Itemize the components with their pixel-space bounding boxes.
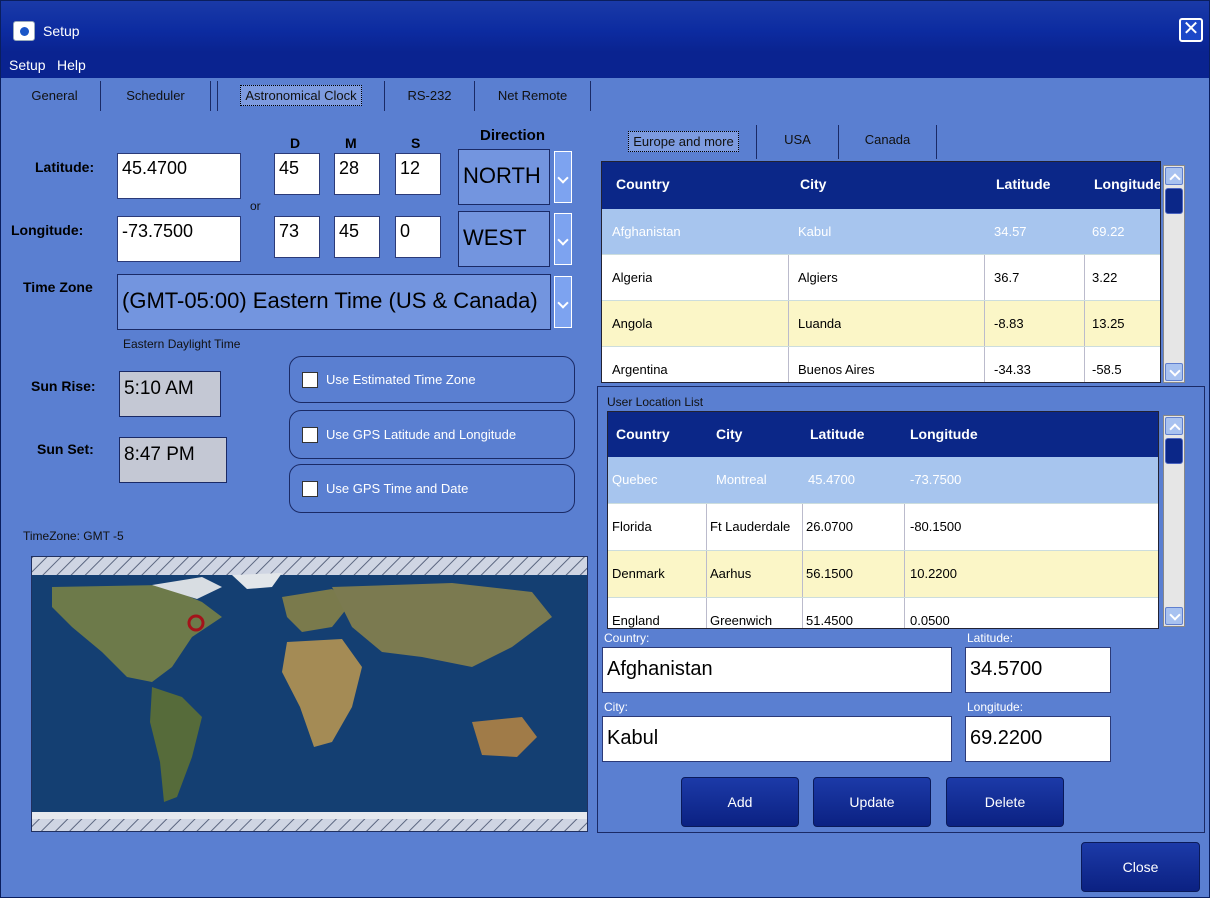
scroll-up-icon[interactable]: [1165, 417, 1183, 435]
table-row[interactable]: Algeria Algiers 36.7 3.22: [602, 255, 1160, 301]
menu-setup[interactable]: Setup: [9, 57, 46, 73]
tab-rs232[interactable]: RS-232: [385, 81, 475, 111]
tab-scheduler[interactable]: Scheduler: [101, 81, 211, 111]
country-field[interactable]: Afghanistan: [602, 647, 952, 693]
city-field[interactable]: Kabul: [602, 716, 952, 762]
checkbox[interactable]: [302, 371, 318, 388]
user-table-header: Country City Latitude Longitude: [608, 412, 1158, 457]
tab-net-remote[interactable]: Net Remote: [475, 81, 591, 111]
table-row[interactable]: Argentina Buenos Aires -34.33 -58.5: [602, 347, 1160, 382]
or-label: or: [250, 199, 261, 213]
longitude-direction-select[interactable]: WEST: [458, 211, 550, 267]
delete-button[interactable]: Delete: [946, 777, 1064, 827]
world-map[interactable]: [31, 556, 588, 832]
city-table-scrollbar[interactable]: [1163, 165, 1185, 383]
city-field-label: City:: [604, 700, 628, 714]
user-table-scrollbar[interactable]: [1163, 415, 1185, 627]
table-row[interactable]: Denmark Aarhus 56.1500 10.2200: [608, 551, 1158, 598]
timezone-select[interactable]: (GMT-05:00) Eastern Time (US & Canada): [117, 274, 551, 330]
update-button[interactable]: Update: [813, 777, 931, 827]
tab-europe-and-more[interactable]: Europe and more: [611, 125, 757, 159]
option-estimated-time-zone[interactable]: Use Estimated Time Zone: [289, 356, 575, 403]
latitude-label: Latitude:: [35, 159, 95, 175]
table-row[interactable]: Afghanistan Kabul 34.57 69.22: [602, 209, 1160, 255]
longitude-field[interactable]: 69.2200: [965, 716, 1111, 762]
table-row[interactable]: Florida Ft Lauderdale 26.0700 -80.1500: [608, 504, 1158, 551]
scroll-down-icon[interactable]: [1165, 607, 1183, 625]
latitude-field-label: Latitude:: [967, 631, 1014, 645]
app-icon: [13, 21, 35, 41]
menu-help[interactable]: Help: [57, 57, 86, 73]
setup-window: Setup ✕ Setup Help General Scheduler Ast…: [0, 0, 1210, 898]
country-field-label: Country:: [604, 631, 650, 645]
chevron-down-icon[interactable]: [554, 276, 572, 328]
longitude-input[interactable]: -73.7500: [117, 216, 241, 262]
table-row[interactable]: Quebec Montreal 45.4700 -73.7500: [608, 457, 1158, 504]
menu-bar: Setup Help: [1, 52, 1209, 78]
scroll-thumb[interactable]: [1165, 438, 1183, 464]
checkbox[interactable]: [302, 480, 318, 497]
longitude-minutes-input[interactable]: 45: [334, 216, 380, 258]
tab-usa[interactable]: USA: [757, 125, 839, 159]
header-seconds: S: [411, 135, 421, 151]
option-gps-time-date[interactable]: Use GPS Time and Date: [289, 464, 575, 513]
longitude-field-label: Longitude:: [967, 700, 1024, 714]
option-gps-lat-lon[interactable]: Use GPS Latitude and Longitude: [289, 410, 575, 459]
scroll-thumb[interactable]: [1165, 188, 1183, 214]
tab-canada[interactable]: Canada: [839, 125, 937, 159]
user-location-list-title: User Location List: [607, 395, 704, 409]
scroll-down-icon[interactable]: [1165, 363, 1183, 381]
table-row[interactable]: England Greenwich 51.4500 0.0500: [608, 598, 1158, 628]
longitude-degrees-input[interactable]: 73: [274, 216, 320, 258]
window-title: Setup: [43, 23, 80, 39]
timezone-label: Time Zone: [23, 279, 93, 295]
world-map-graphic: [32, 557, 587, 831]
table-row[interactable]: Angola Luanda -8.83 13.25: [602, 301, 1160, 347]
sunrise-label: Sun Rise:: [31, 378, 96, 394]
latitude-degrees-input[interactable]: 45: [274, 153, 320, 195]
longitude-label: Longitude:: [11, 222, 84, 238]
tab-astronomical-clock[interactable]: Astronomical Clock: [217, 81, 385, 111]
chevron-down-icon[interactable]: [554, 151, 572, 203]
checkbox[interactable]: [302, 426, 318, 443]
latitude-input[interactable]: 45.4700: [117, 153, 241, 199]
header-degrees: D: [290, 135, 301, 151]
daylight-time-label: Eastern Daylight Time: [123, 337, 241, 351]
city-table: Country City Latitude Longitude Afghanis…: [601, 161, 1161, 383]
latitude-seconds-input[interactable]: 12: [395, 153, 441, 195]
latitude-direction-select[interactable]: NORTH: [458, 149, 550, 205]
header-direction: Direction: [480, 127, 546, 144]
sunset-label: Sun Set:: [37, 441, 94, 457]
city-table-header: Country City Latitude Longitude: [602, 162, 1160, 209]
header-minutes: M: [345, 135, 357, 151]
title-bar: Setup ✕: [1, 1, 1209, 52]
user-location-table: Country City Latitude Longitude Quebec Mo…: [607, 411, 1159, 629]
longitude-seconds-input[interactable]: 0: [395, 216, 441, 258]
window-close-button[interactable]: ✕: [1179, 18, 1203, 42]
close-button[interactable]: Close: [1081, 842, 1200, 892]
map-timezone-label: TimeZone: GMT -5: [23, 529, 124, 543]
sunrise-value: 5:10 AM: [119, 371, 221, 417]
latitude-minutes-input[interactable]: 28: [334, 153, 380, 195]
scroll-up-icon[interactable]: [1165, 167, 1183, 185]
tab-general[interactable]: General: [9, 81, 101, 111]
sunset-value: 8:47 PM: [119, 437, 227, 483]
latitude-field[interactable]: 34.5700: [965, 647, 1111, 693]
add-button[interactable]: Add: [681, 777, 799, 827]
chevron-down-icon[interactable]: [554, 213, 572, 265]
